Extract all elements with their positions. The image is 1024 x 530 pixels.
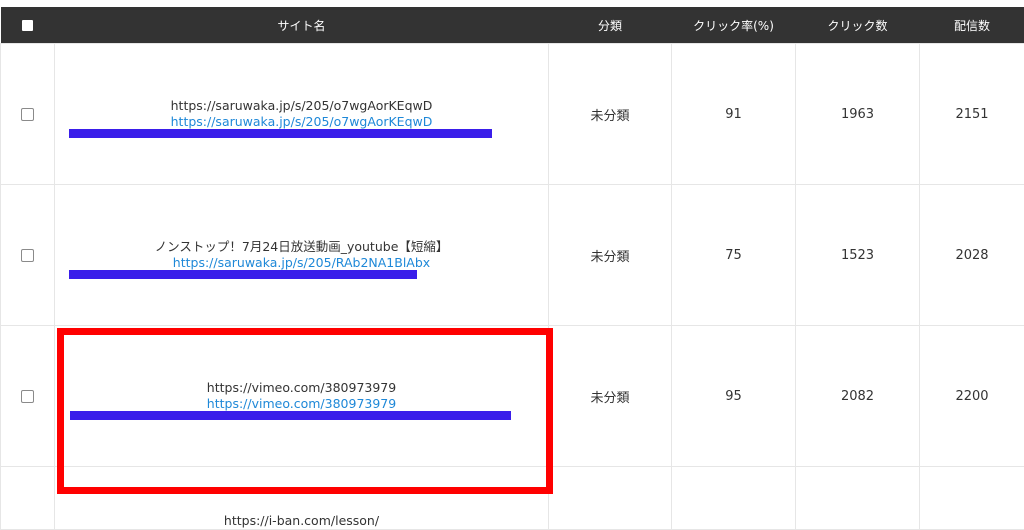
category-cell [549, 467, 672, 530]
category-cell: 未分類 [549, 185, 672, 326]
site-title: https://vimeo.com/380973979 [55, 380, 548, 396]
row-checkbox-cell[interactable] [1, 44, 55, 185]
click-rate-cell: 75 [672, 185, 796, 326]
table-header: サイト名 分類 クリック率(%) クリック数 配信数 [1, 7, 1024, 44]
site-title: https://saruwaka.jp/s/205/o7wgAorKEqwD [55, 98, 548, 114]
site-table: サイト名 分類 クリック率(%) クリック数 配信数 https://saruw… [0, 7, 1024, 530]
row-checkbox-cell[interactable] [1, 326, 55, 467]
site-cell: ノンストップ！7月24日放送動画_youtube【短縮】 https://sar… [55, 185, 549, 326]
deliveries-cell: 2200 [920, 326, 1024, 467]
select-all-checkbox[interactable] [22, 20, 33, 31]
redaction-bar [69, 270, 417, 279]
table-row: https://vimeo.com/380973979 https://vime… [1, 326, 1024, 467]
redaction-bar [69, 129, 492, 138]
header-category[interactable]: 分類 [549, 7, 672, 44]
table-row: https://saruwaka.jp/s/205/o7wgAorKEqwD h… [1, 44, 1024, 185]
row-checkbox[interactable] [21, 390, 34, 403]
row-checkbox-cell[interactable] [1, 467, 55, 530]
clicks-cell [796, 467, 920, 530]
top-strip [0, 0, 1024, 7]
row-checkbox[interactable] [21, 249, 34, 262]
table-row: ノンストップ！7月24日放送動画_youtube【短縮】 https://sar… [1, 185, 1024, 326]
header-clicks[interactable]: クリック数 [796, 7, 920, 44]
redaction-bar [70, 411, 511, 420]
clicks-cell: 1963 [796, 44, 920, 185]
site-title: ノンストップ！7月24日放送動画_youtube【短縮】 [55, 239, 548, 255]
select-all-checkbox-cell[interactable] [1, 7, 55, 44]
header-deliveries[interactable]: 配信数 [920, 7, 1024, 44]
deliveries-cell [920, 467, 1024, 530]
row-checkbox-cell[interactable] [1, 185, 55, 326]
site-cell: https://i-ban.com/lesson/ [55, 467, 549, 530]
clicks-cell: 2082 [796, 326, 920, 467]
site-cell: https://vimeo.com/380973979 https://vime… [55, 326, 549, 467]
click-rate-cell: 91 [672, 44, 796, 185]
site-link[interactable]: https://saruwaka.jp/s/205/RAb2NA1BlAbx [55, 255, 548, 271]
header-site-name[interactable]: サイト名 [55, 7, 549, 44]
site-link[interactable]: https://saruwaka.jp/s/205/o7wgAorKEqwD [55, 114, 548, 130]
header-click-rate[interactable]: クリック率(%) [672, 7, 796, 44]
site-cell: https://saruwaka.jp/s/205/o7wgAorKEqwD h… [55, 44, 549, 185]
table-row: https://i-ban.com/lesson/ [1, 467, 1024, 530]
site-title: https://i-ban.com/lesson/ [55, 513, 548, 529]
row-checkbox[interactable] [21, 108, 34, 121]
site-link[interactable]: https://vimeo.com/380973979 [55, 396, 548, 412]
category-cell: 未分類 [549, 326, 672, 467]
click-rate-cell: 95 [672, 326, 796, 467]
clicks-cell: 1523 [796, 185, 920, 326]
deliveries-cell: 2151 [920, 44, 1024, 185]
category-cell: 未分類 [549, 44, 672, 185]
click-rate-cell [672, 467, 796, 530]
deliveries-cell: 2028 [920, 185, 1024, 326]
